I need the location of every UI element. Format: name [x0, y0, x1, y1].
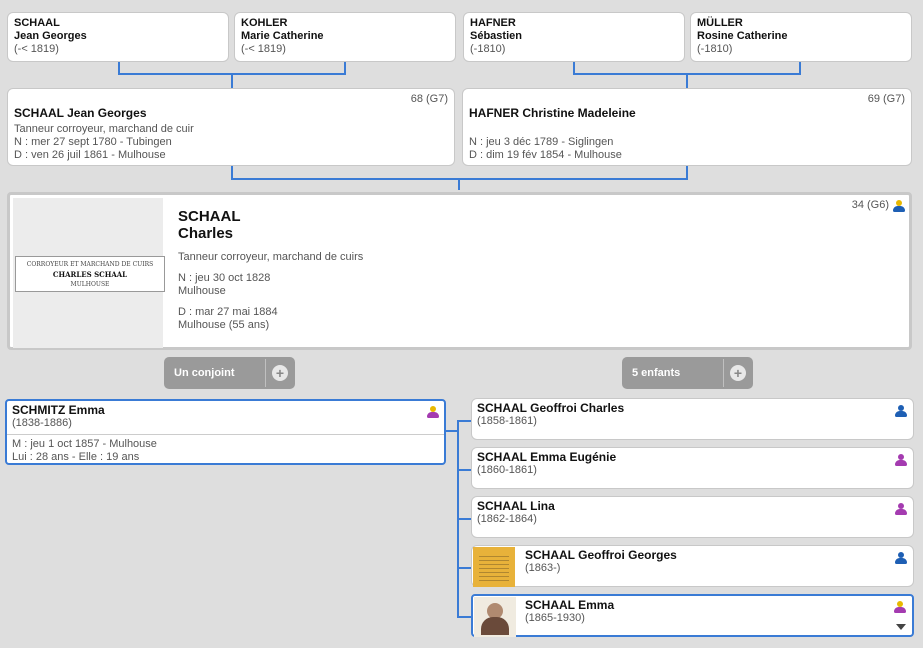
document-line: MULHOUSE: [70, 281, 110, 288]
person-dates: (1862-1864): [477, 513, 537, 525]
document-image: CORROYEUR ET MARCHAND DE CUIRS CHARLES S…: [15, 256, 165, 292]
grandparent-firstname: Marie Catherine: [241, 30, 324, 42]
person-female-icon: [427, 406, 439, 418]
main-firstname: Charles: [178, 225, 234, 242]
birth-place: Mulhouse: [178, 285, 226, 297]
death-place: Mulhouse (55 ans): [178, 319, 270, 331]
connector-line: [457, 616, 471, 618]
person-female-icon: [895, 454, 907, 466]
connector-line: [686, 74, 688, 88]
grandparent-card-3[interactable]: HAFNER Sébastien (-1810): [463, 12, 685, 62]
child-card[interactable]: SCHAAL Lina (1862-1864): [471, 496, 914, 538]
children-toggle-label: 5 enfants: [632, 367, 681, 379]
children-toggle-button[interactable]: 5 enfants +: [622, 357, 753, 389]
grandparent-dates: (-< 1819): [241, 43, 286, 55]
person-name: SCHAAL Emma: [525, 598, 615, 612]
person-name: SCHAAL Jean Georges: [14, 106, 147, 120]
plus-icon: +: [272, 365, 288, 381]
child-thumbnail: [473, 547, 515, 587]
mother-card[interactable]: 69 (G7) HAFNER Christine Madeleine N : j…: [462, 88, 912, 166]
sosa-number: 34 (G6): [851, 199, 889, 211]
person-name: SCHAAL Geoffroi Charles: [477, 401, 625, 415]
spouse-card[interactable]: SCHMITZ Emma (1838-1886) M : jeu 1 oct 1…: [5, 399, 446, 465]
marriage-ages: Lui : 28 ans - Elle : 19 ans: [12, 451, 140, 463]
birth-info: N : jeu 3 déc 1789 - Siglingen: [469, 136, 614, 148]
main-person-card[interactable]: CORROYEUR ET MARCHAND DE CUIRS CHARLES S…: [7, 192, 912, 350]
person-name: HAFNER Christine Madeleine: [469, 106, 636, 120]
birth-info: N : mer 27 sept 1780 - Tubingen: [14, 136, 172, 148]
person-photo[interactable]: CORROYEUR ET MARCHAND DE CUIRS CHARLES S…: [13, 198, 165, 348]
person-female-icon: [894, 601, 906, 613]
grandparent-firstname: Sébastien: [470, 30, 522, 42]
main-death: D : mar 27 mai 1884 Mulhouse (55 ans): [178, 306, 363, 332]
sosa-number: 69 (G7): [867, 93, 905, 105]
thumbnail-text-lines: [479, 553, 509, 581]
occupation: [469, 123, 905, 136]
spouse-toggle-button[interactable]: Un conjoint +: [164, 357, 295, 389]
grandparent-lastname: KOHLER: [241, 17, 288, 29]
portrait-body: [481, 617, 509, 635]
father-card[interactable]: 68 (G7) SCHAAL Jean Georges Tanneur corr…: [7, 88, 455, 166]
person-dates: (1860-1861): [477, 464, 537, 476]
connector-line: [231, 74, 233, 88]
person-name: SCHAAL Geoffroi Georges: [525, 548, 677, 562]
death-info: D : dim 19 fév 1854 - Mulhouse: [469, 149, 622, 161]
child-portrait: [474, 597, 516, 637]
grandparent-dates: (-1810): [697, 43, 733, 55]
grandparent-card-1[interactable]: SCHAAL Jean Georges (-< 1819): [7, 12, 229, 62]
add-child-button[interactable]: +: [723, 359, 751, 387]
child-card[interactable]: SCHAAL Emma Eugénie (1860-1861): [471, 447, 914, 489]
connector-line: [457, 518, 471, 520]
child-card[interactable]: SCHAAL Geoffroi Georges (1863-): [471, 545, 914, 587]
death-date: D : mar 27 mai 1884: [178, 306, 278, 318]
person-dates: (1863-): [525, 562, 561, 574]
grandparent-card-4[interactable]: MÜLLER Rosine Catherine (-1810): [690, 12, 912, 62]
grandparent-dates: (-< 1819): [14, 43, 59, 55]
birth-date: N : jeu 30 oct 1828: [178, 272, 271, 284]
main-surname: SCHAAL: [178, 208, 241, 225]
grandparent-card-2[interactable]: KOHLER Marie Catherine (-< 1819): [234, 12, 456, 62]
main-person-info: SCHAAL Charles Tanneur corroyeur, marcha…: [178, 208, 363, 332]
person-male-icon: [895, 552, 907, 564]
person-name: SCHMITZ Emma: [12, 403, 105, 417]
grandparent-firstname: Rosine Catherine: [697, 30, 788, 42]
add-spouse-button[interactable]: +: [265, 359, 293, 387]
grandparent-dates: (-1810): [470, 43, 506, 55]
spouse-toggle-label: Un conjoint: [174, 367, 235, 379]
connector-line: [457, 567, 471, 569]
marriage-info: M : jeu 1 oct 1857 - Mulhouse: [12, 438, 157, 450]
person-name: SCHAAL Emma Eugénie: [477, 450, 617, 464]
grandparent-lastname: HAFNER: [470, 17, 516, 29]
connector-line: [458, 179, 460, 190]
grandparent-lastname: SCHAAL: [14, 17, 60, 29]
main-birth: N : jeu 30 oct 1828 Mulhouse: [178, 272, 363, 298]
person-self-icon: [893, 200, 905, 212]
document-line: CHARLES SCHAAL: [52, 270, 128, 279]
person-dates: (1858-1861): [477, 415, 537, 427]
occupation: Tanneur corroyeur, marchand de cuir: [14, 123, 194, 135]
grandparent-firstname: Jean Georges: [14, 30, 87, 42]
child-card[interactable]: SCHAAL Geoffroi Charles (1858-1861): [471, 398, 914, 440]
death-info: D : ven 26 juil 1861 - Mulhouse: [14, 149, 166, 161]
divider: [7, 434, 444, 435]
person-dates: (1865-1930): [525, 612, 585, 624]
child-card-selected[interactable]: SCHAAL Emma (1865-1930): [471, 594, 914, 637]
sosa-number: 68 (G7): [410, 93, 448, 105]
expand-arrow-icon[interactable]: [896, 624, 906, 630]
grandparent-lastname: MÜLLER: [697, 17, 743, 29]
document-line: CORROYEUR ET MARCHAND DE CUIRS: [26, 261, 154, 268]
person-female-icon: [895, 503, 907, 515]
person-name: SCHAAL Lina: [477, 499, 555, 513]
person-male-icon: [895, 405, 907, 417]
connector-line: [457, 469, 471, 471]
main-occupation: Tanneur corroyeur, marchand de cuirs: [178, 251, 364, 263]
plus-icon: +: [730, 365, 746, 381]
connector-line: [457, 420, 471, 422]
person-dates: (1838-1886): [12, 417, 72, 429]
